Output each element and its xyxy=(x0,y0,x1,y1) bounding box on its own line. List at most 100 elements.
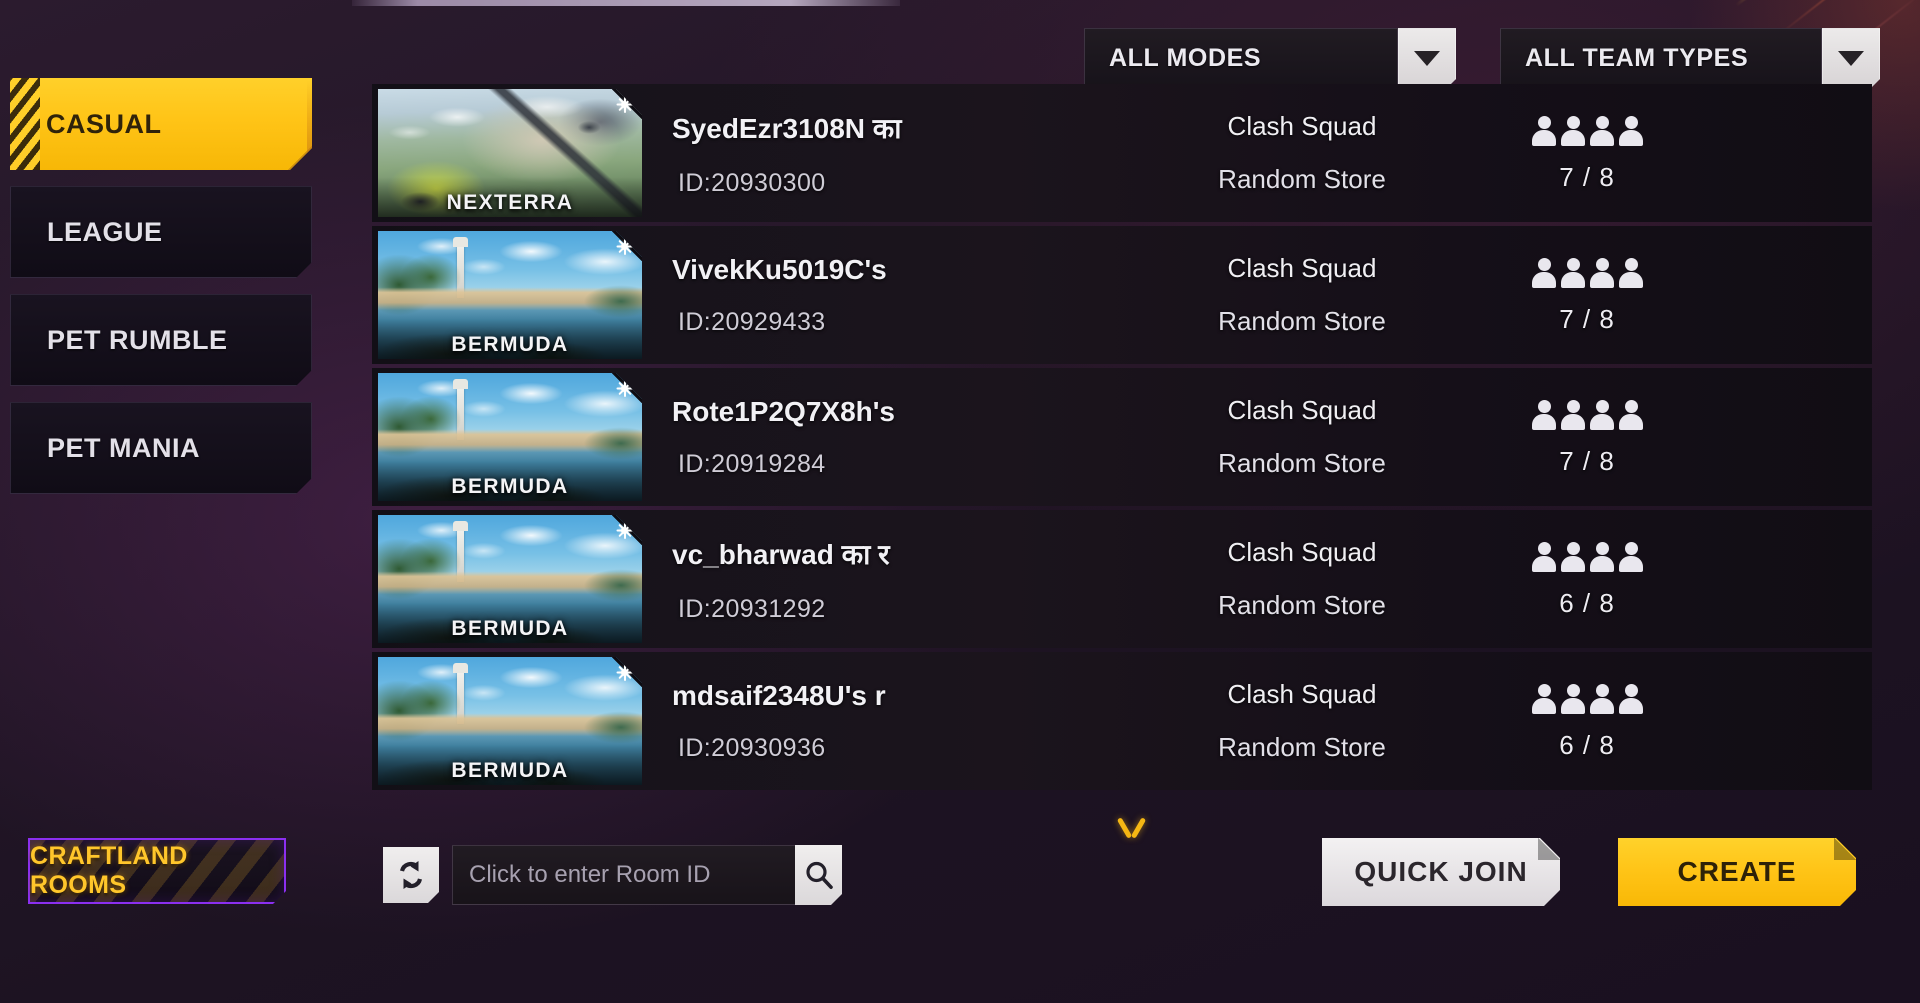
player-avatar-icon xyxy=(1531,114,1557,148)
map-thumbnail: BERMUDA xyxy=(378,231,642,359)
room-mode-label: Clash Squad xyxy=(1227,679,1377,709)
sun-icon xyxy=(616,380,633,397)
refresh-button[interactable] xyxy=(383,847,439,903)
player-avatar-icon xyxy=(1589,256,1615,290)
team-type-filter-value: ALL TEAM TYPES xyxy=(1525,43,1749,72)
room-id-input[interactable] xyxy=(452,845,795,905)
team-type-filter-dropdown[interactable]: ALL TEAM TYPES xyxy=(1500,28,1880,88)
player-avatar-icon xyxy=(1589,682,1615,716)
lighthouse-shape xyxy=(457,528,464,582)
team-type-filter-body[interactable]: ALL TEAM TYPES xyxy=(1500,28,1822,88)
lighthouse-shape xyxy=(457,244,464,298)
room-mode-column: Clash Squad Random Store xyxy=(1122,111,1482,195)
create-room-button[interactable]: CREATE xyxy=(1618,838,1856,906)
craftland-rooms-label: CRAFTLAND ROOMS xyxy=(30,842,188,899)
sun-icon xyxy=(616,522,633,539)
player-avatar-icon xyxy=(1618,682,1644,716)
room-id-label: ID:20930936 xyxy=(678,733,826,762)
corner-cut-icon xyxy=(288,146,312,170)
create-label: CREATE xyxy=(1677,856,1797,887)
player-icons-group xyxy=(1531,682,1644,716)
player-avatar-icon xyxy=(1560,114,1586,148)
room-submode-label: Random Store xyxy=(1218,306,1386,336)
room-info-column: mdsaif2348U's r ID:20930936 xyxy=(642,680,1122,763)
player-avatar-icon xyxy=(1560,398,1586,432)
sidebar-item-pet-mania[interactable]: PET MANIA xyxy=(10,402,312,494)
search-button[interactable] xyxy=(795,845,842,905)
sidebar-item-label: PET RUMBLE xyxy=(47,324,228,355)
player-avatar-icon xyxy=(1531,682,1557,716)
refresh-icon xyxy=(394,858,428,892)
player-avatar-icon xyxy=(1589,540,1615,574)
sidebar-item-label: LEAGUE xyxy=(47,216,163,247)
lighthouse-shape xyxy=(457,670,464,724)
room-title: SyedEzr3108N का xyxy=(672,112,902,144)
room-mode-label: Clash Squad xyxy=(1227,253,1377,283)
player-avatar-icon xyxy=(1560,540,1586,574)
player-avatar-icon xyxy=(1589,114,1615,148)
room-mode-label: Clash Squad xyxy=(1227,395,1377,425)
map-name-label: BERMUDA xyxy=(451,333,569,356)
mode-filter-body[interactable]: ALL MODES xyxy=(1084,28,1398,88)
map-name-label: BERMUDA xyxy=(451,617,569,640)
chevron-down-icon[interactable] xyxy=(1398,28,1456,88)
room-players-column: 7 / 8 xyxy=(1482,398,1872,477)
expand-more-chevron-icon[interactable] xyxy=(1110,815,1154,845)
lighthouse-shape xyxy=(457,386,464,440)
sun-icon xyxy=(616,664,633,681)
sidebar-item-league[interactable]: LEAGUE xyxy=(10,186,312,278)
sidebar-item-label: PET MANIA xyxy=(47,432,200,463)
sidebar-item-casual[interactable]: CASUAL xyxy=(10,78,312,170)
room-mode-column: Clash Squad Random Store xyxy=(1122,253,1482,337)
player-icons-group xyxy=(1531,398,1644,432)
quick-join-button[interactable]: QUICK JOIN xyxy=(1322,838,1560,906)
room-id-search xyxy=(452,845,842,905)
room-info-column: Rote1P2Q7X8h's ID:20919284 xyxy=(642,396,1122,479)
player-count-label: 7 / 8 xyxy=(1559,161,1615,192)
room-row[interactable]: BERMUDA VivekKu5019C's ID:20929433 Clash Sq… xyxy=(372,226,1872,364)
player-avatar-icon xyxy=(1531,256,1557,290)
chevron-down-icon[interactable] xyxy=(1822,28,1880,88)
player-avatar-icon xyxy=(1618,398,1644,432)
room-id-label: ID:20930300 xyxy=(678,168,826,197)
craftland-rooms-button[interactable]: CRAFTLAND ROOMS xyxy=(28,838,286,904)
top-edge-strip xyxy=(352,0,900,6)
map-thumbnail: BERMUDA xyxy=(378,373,642,501)
player-avatar-icon xyxy=(1618,114,1644,148)
room-title: Rote1P2Q7X8h's xyxy=(672,395,895,427)
player-icons-group xyxy=(1531,540,1644,574)
player-count-label: 6 / 8 xyxy=(1559,587,1615,618)
player-avatar-icon xyxy=(1531,398,1557,432)
player-avatar-icon xyxy=(1560,256,1586,290)
search-icon xyxy=(803,859,835,891)
corner-notch-icon xyxy=(1834,838,1856,860)
room-row[interactable]: BERMUDA Rote1P2Q7X8h's ID:20919284 Clash Sq… xyxy=(372,368,1872,506)
player-count-label: 7 / 8 xyxy=(1559,445,1615,476)
room-players-column: 6 / 8 xyxy=(1482,682,1872,761)
room-title: mdsaif2348U's r xyxy=(672,679,886,711)
player-count-label: 7 / 8 xyxy=(1559,303,1615,334)
map-thumbnail: BERMUDA xyxy=(378,657,642,785)
room-mode-column: Clash Squad Random Store xyxy=(1122,537,1482,621)
player-count-label: 6 / 8 xyxy=(1559,729,1615,760)
room-row[interactable]: NEXTERRA SyedEzr3108N का ID:20930300 Clash … xyxy=(372,84,1872,222)
room-id-label: ID:20931292 xyxy=(678,594,826,623)
room-title: VivekKu5019C's xyxy=(672,253,887,285)
sidebar-item-pet-rumble[interactable]: PET RUMBLE xyxy=(10,294,312,386)
player-avatar-icon xyxy=(1531,540,1557,574)
room-mode-column: Clash Squad Random Store xyxy=(1122,395,1482,479)
player-avatar-icon xyxy=(1560,682,1586,716)
room-row[interactable]: BERMUDA vc_bharwad का र ID:20931292 Clash S… xyxy=(372,510,1872,648)
quick-join-label: QUICK JOIN xyxy=(1354,856,1528,887)
room-info-column: SyedEzr3108N का ID:20930300 xyxy=(642,109,1122,198)
mode-filter-dropdown[interactable]: ALL MODES xyxy=(1084,28,1456,88)
room-players-column: 7 / 8 xyxy=(1482,114,1872,193)
room-players-column: 7 / 8 xyxy=(1482,256,1872,335)
room-title: vc_bharwad का र xyxy=(672,538,890,570)
room-info-column: VivekKu5019C's ID:20929433 xyxy=(642,254,1122,337)
room-submode-label: Random Store xyxy=(1218,448,1386,478)
player-avatar-icon xyxy=(1618,540,1644,574)
room-row[interactable]: BERMUDA mdsaif2348U's r ID:20930936 Clash S… xyxy=(372,652,1872,790)
room-id-label: ID:20919284 xyxy=(678,449,826,478)
map-thumbnail: NEXTERRA xyxy=(378,89,642,217)
